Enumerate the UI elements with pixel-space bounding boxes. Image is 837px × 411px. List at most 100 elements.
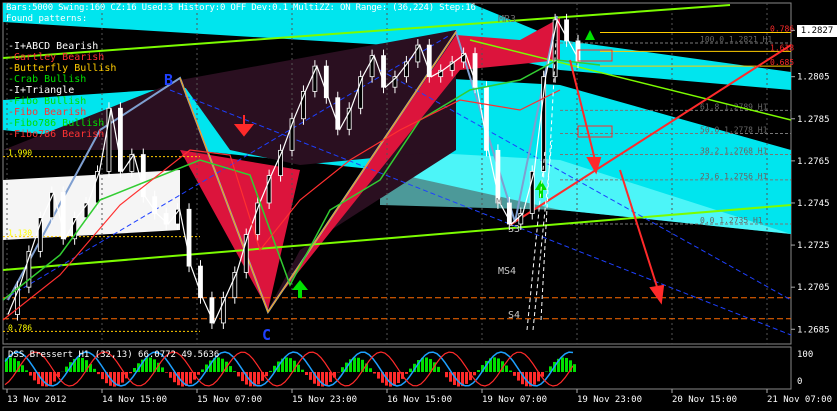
pattern-legend-item: -I+Triangle [8, 85, 116, 96]
histogram-bar [165, 372, 168, 373]
histogram-bar [445, 372, 448, 377]
x-tick-label: 14 Nov 15:00 [102, 395, 167, 405]
pattern-legend-item: -Fibo786 Bullish [8, 118, 116, 129]
y-tick-label: 1.2745 [797, 199, 830, 209]
histogram-bar [305, 372, 308, 375]
histogram-bar [221, 359, 224, 372]
histogram-bar [505, 365, 508, 372]
ratio-label-left: 1.990 [8, 149, 32, 158]
histogram-bar [357, 358, 360, 372]
fib-ratio-label: 0.786 [770, 24, 794, 33]
x-tick-label: 15 Nov 07:00 [197, 395, 262, 405]
histogram-bar [229, 366, 232, 372]
fib-level-label: 23.6 1.2756 H1 [700, 172, 768, 181]
histogram-bar [97, 372, 100, 374]
y-tick-label: 1.2705 [797, 283, 830, 293]
pivot-mr3: MR3 [498, 14, 516, 25]
indicator-tick-0: 0 [797, 377, 802, 387]
histogram-bar [301, 370, 304, 372]
current-price-badge: 1.2827 [797, 25, 837, 37]
point-b-label: B [164, 71, 173, 89]
histogram-bar [493, 357, 496, 372]
found-patterns-label: Found patterns: [6, 14, 87, 24]
histogram-bar [189, 372, 192, 384]
histogram-bar [133, 368, 136, 372]
histogram-bar [309, 372, 312, 380]
histogram-bar [49, 372, 52, 385]
histogram-bar [373, 372, 376, 374]
histogram-bar [29, 372, 32, 376]
fib-ratio-label: 0.685 [770, 58, 794, 67]
histogram-bar [405, 372, 408, 374]
time-axis: 13 Nov 2012 14 Nov 15:00 15 Nov 07:00 15 No… [7, 389, 832, 405]
histogram-bar [233, 371, 236, 372]
histogram-bar [241, 372, 244, 381]
histogram-bar [181, 372, 184, 387]
fib-level-label: 50.0 1.2778 H1 [700, 126, 768, 135]
histogram-bar [517, 372, 520, 381]
histogram-bar [21, 365, 24, 372]
histogram-bar [497, 358, 500, 372]
histogram-bar [473, 372, 476, 375]
histogram-bar [169, 372, 172, 378]
x-tick-label: 16 Nov 15:00 [387, 395, 452, 405]
pattern-legend: -I+ABCD Bearish-Gartley Bearish-Butterfl… [8, 41, 116, 140]
y-tick-label: 1.2685 [797, 325, 830, 335]
histogram-bar [325, 372, 328, 385]
histogram-bar [425, 358, 428, 372]
histogram-bar [397, 372, 400, 383]
pattern-legend-item: -Fibo Bullish [8, 96, 116, 107]
y-tick-label: 1.2725 [797, 241, 830, 251]
histogram-bar [25, 370, 28, 372]
settings-info-line: Bars:5000 Swing:160 CZ:16 Used:3 History… [6, 3, 476, 13]
histogram-bar [297, 365, 300, 372]
pivot-ms4: MS4 [498, 266, 516, 277]
pivot-s3: S3 [508, 224, 520, 235]
y-tick-label: 1.2805 [797, 73, 830, 83]
histogram-bar [269, 371, 272, 372]
histogram-bar [93, 369, 96, 372]
indicator-label: DSS Bressert H1 (32,13) 66.0772 49.5636 [8, 350, 219, 360]
histogram-bar [81, 358, 84, 372]
histogram-bar [33, 372, 36, 380]
fib-level-label: 100.0 1.2821 H1 [700, 35, 772, 44]
fib-level-label: 61.8 1.2789 H1 [700, 102, 768, 111]
histogram-bar [201, 369, 204, 372]
histogram-bar [457, 372, 460, 387]
x-tick-label: 15 Nov 23:00 [292, 395, 357, 405]
histogram-bar [265, 372, 268, 376]
histogram-bar [513, 372, 516, 376]
histogram-bar [101, 372, 104, 379]
histogram-bar [289, 358, 292, 372]
pivot-s4: S4 [508, 310, 520, 321]
pattern-legend-item: -Fibo786 Bearish [8, 129, 116, 140]
price-axis: 1.2805 1.2785 1.2765 1.2745 1.2725 1.2705 1.26… [791, 30, 830, 335]
histogram-bar [509, 371, 512, 372]
histogram-bar [533, 372, 536, 385]
indicator-tick-100: 100 [797, 350, 813, 360]
price-chart[interactable]: 100.0 1.2821 H1 61.8 1.2789 H1 50.0 1.2778… [0, 0, 837, 407]
histogram-bar [121, 372, 124, 383]
pattern-legend-item: -Crab Bullish [8, 74, 116, 85]
pattern-legend-item: -Gartley Bearish [8, 52, 116, 63]
x-tick-label: 21 Nov 07:00 [767, 395, 832, 405]
point-c-label: C [262, 326, 271, 344]
chart-window[interactable]: 100.0 1.2821 H1 61.8 1.2789 H1 50.0 1.2778… [0, 0, 837, 407]
y-tick-label: 1.2785 [797, 115, 830, 125]
histogram-bar [13, 358, 16, 372]
ratio-label-left: 0.786 [8, 323, 32, 332]
histogram-bar [129, 372, 132, 373]
histogram-bar [561, 357, 564, 372]
histogram-bar [377, 372, 380, 379]
x-tick-label: 19 Nov 23:00 [577, 395, 642, 405]
pattern-legend-item: -I+ABCD Bearish [8, 41, 116, 52]
histogram-bar [237, 372, 240, 376]
histogram-bar [161, 367, 164, 372]
histogram-bar [197, 372, 200, 375]
histogram-bar [393, 372, 396, 386]
histogram-bar [369, 368, 372, 372]
y-tick-label: 1.2765 [797, 157, 830, 167]
histogram-bar [573, 364, 576, 372]
ratio-label-left: 1.130 [8, 229, 32, 238]
x-tick-label: 13 Nov 2012 [7, 395, 67, 405]
